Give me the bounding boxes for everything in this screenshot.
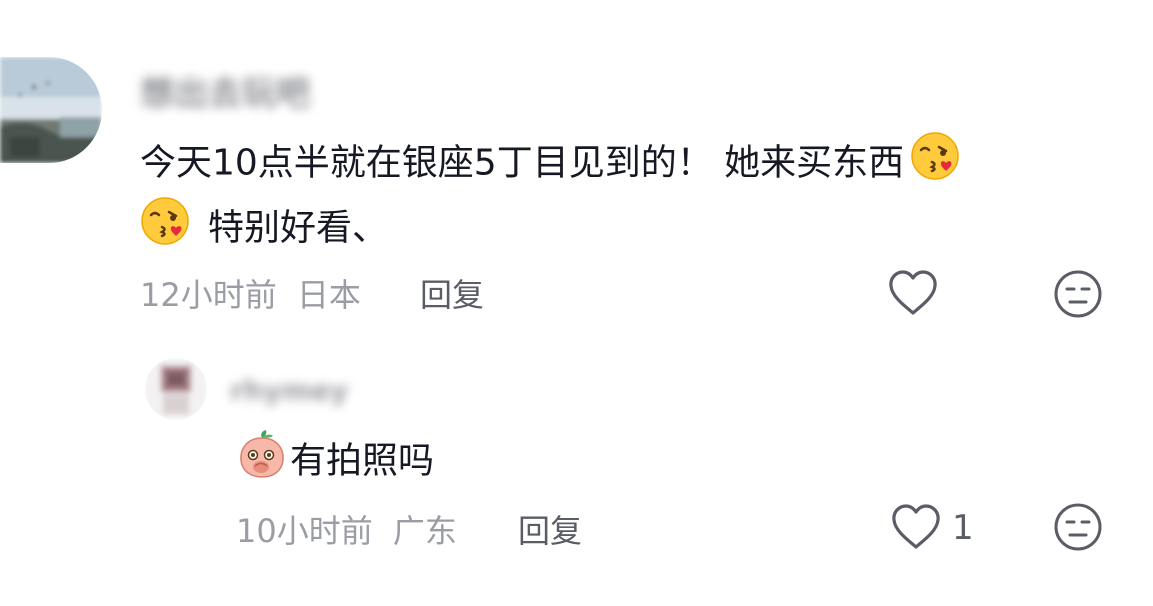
comment-text-continued: 特别好看、 <box>208 207 389 249</box>
peach-emoji <box>236 428 288 497</box>
avatar-landscape-image <box>0 57 102 163</box>
comment-time: 12小时前 <box>140 276 277 314</box>
reply-reply-button[interactable]: 回复 <box>518 506 582 552</box>
replier-avatar[interactable] <box>145 358 207 420</box>
reply-location: 广东 <box>392 512 457 550</box>
commenter-avatar[interactable] <box>0 57 102 163</box>
comment-text: 今天10点半就在银座5丁目见到的！ 她来买东西 <box>140 142 905 184</box>
meh-face-icon[interactable] <box>1053 502 1103 556</box>
heart-outline-icon[interactable] <box>890 502 942 556</box>
comment-text-line-1: 今天10点半就在银座5丁目见到的！ 她来买东西 <box>140 131 960 198</box>
avatar-image <box>145 358 207 420</box>
heart-outline-icon[interactable] <box>887 268 939 322</box>
reply-time: 10小时前 <box>236 512 373 550</box>
kiss-face-emoji <box>140 196 190 263</box>
comment-text-line-2: 特别好看、 <box>140 196 388 263</box>
comment-meta: 12小时前 日本 <box>140 270 361 316</box>
commenter-username[interactable]: 想出去玩吧 <box>140 66 310 115</box>
comment-reply-button[interactable]: 回复 <box>420 270 484 316</box>
reply-like-count: 1 <box>952 508 974 548</box>
meh-face-icon[interactable] <box>1053 269 1103 323</box>
replier-username[interactable]: rhymey <box>230 374 348 407</box>
reply-meta: 10小时前 广东 <box>236 506 457 552</box>
kiss-face-emoji <box>910 131 960 198</box>
reply-text: 有拍照吗 <box>290 440 435 482</box>
reply-text-line: 有拍照吗 <box>236 428 434 497</box>
comment-location: 日本 <box>296 276 361 314</box>
